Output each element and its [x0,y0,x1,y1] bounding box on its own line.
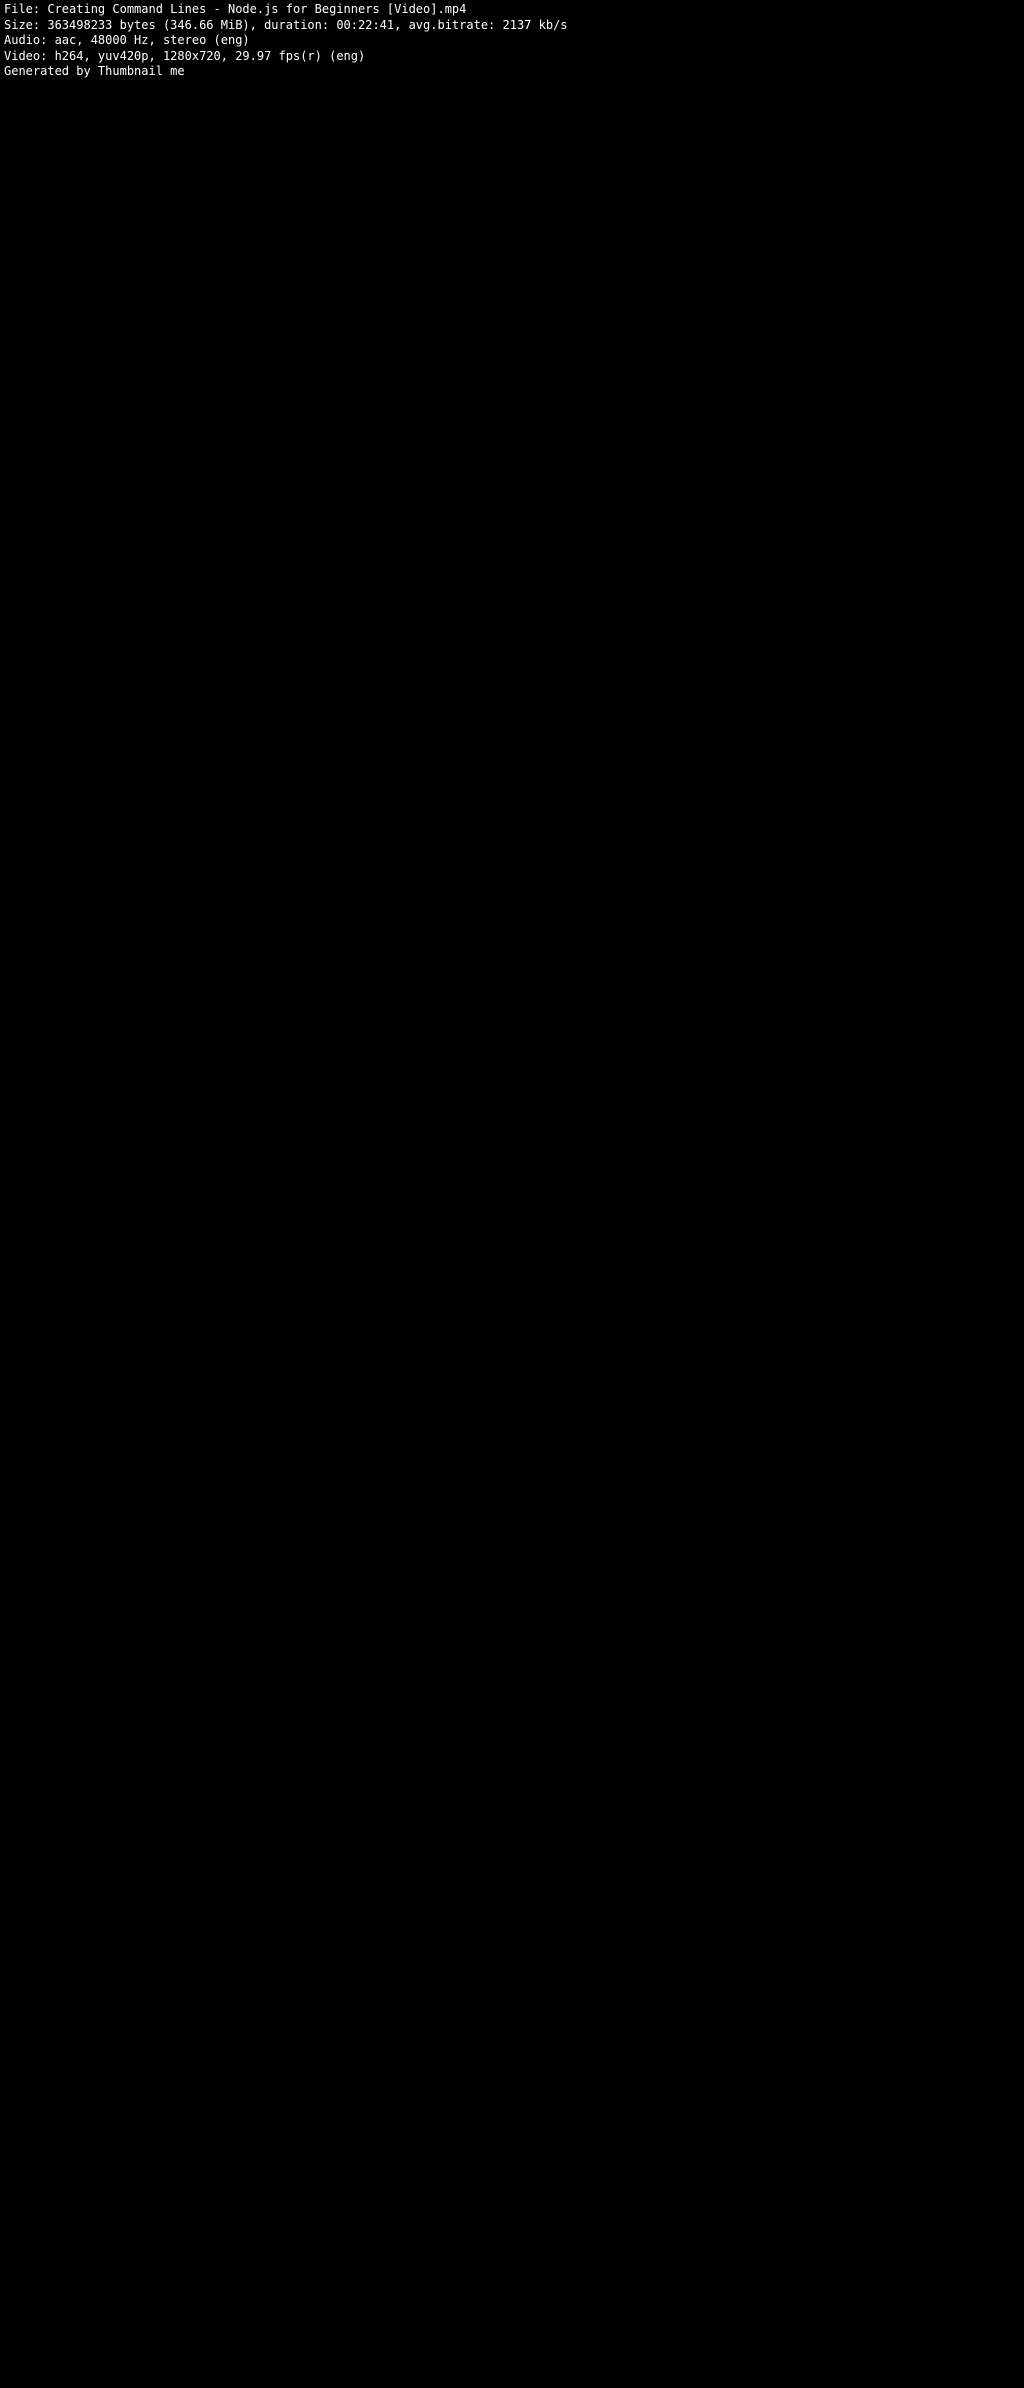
file-metadata: File: Creating Command Lines - Node.js f… [0,0,1024,82]
video-line: Video: h264, yuv420p, 1280x720, 29.97 fp… [4,49,1020,65]
audio-line: Audio: aac, 48000 Hz, stereo (eng) [4,33,1020,49]
gen-line: Generated by Thumbnail me [4,64,1020,80]
file-line: File: Creating Command Lines - Node.js f… [4,2,1020,18]
size-line: Size: 363498233 bytes (346.66 MiB), dura… [4,18,1020,34]
